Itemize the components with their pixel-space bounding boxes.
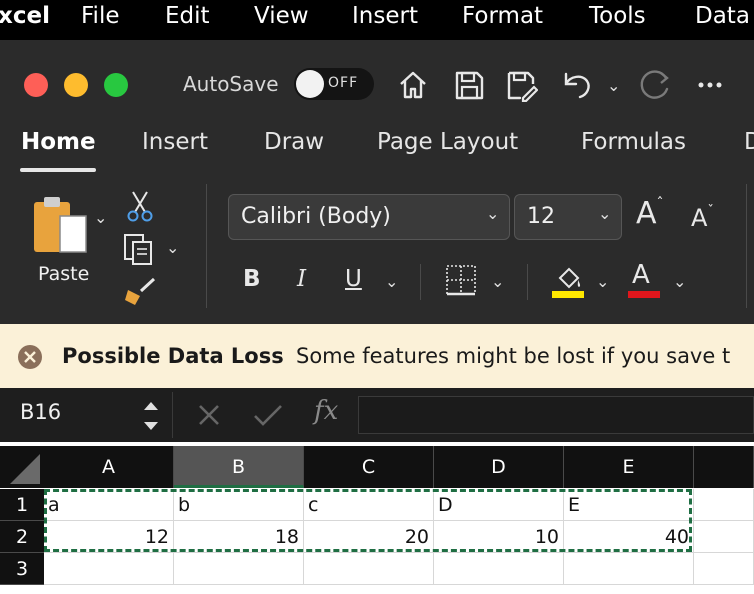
column-header-a[interactable]: A: [44, 446, 174, 488]
warning-title: Possible Data Loss: [62, 344, 284, 368]
cell-d3[interactable]: [434, 553, 564, 585]
column-header-e[interactable]: E: [564, 446, 694, 488]
column-header-b-selected[interactable]: B: [174, 446, 304, 488]
font-color-swatch: [628, 291, 660, 298]
font-name-value: Calibri (Body): [241, 204, 391, 229]
column-header-d[interactable]: D: [434, 446, 564, 488]
warning-message: Some features might be lost if you save …: [296, 344, 731, 368]
paste-label: Paste: [38, 263, 90, 285]
column-header-c[interactable]: C: [304, 446, 434, 488]
font-size-chevron-icon: ⌄: [598, 204, 612, 223]
cell-c2[interactable]: 20: [304, 521, 434, 553]
cell-b1[interactable]: b: [174, 489, 304, 521]
macos-menu-bar: xcel File Edit View Insert Format Tools …: [0, 0, 754, 40]
cell-f3[interactable]: [694, 553, 754, 585]
autosave-toggle-knob: [296, 70, 324, 98]
fill-color-swatch: [552, 291, 584, 298]
italic-button[interactable]: I: [297, 266, 306, 292]
ribbon-separator: [746, 184, 747, 308]
insert-function-button[interactable]: fx: [314, 396, 338, 426]
cell-b3[interactable]: [174, 553, 304, 585]
font-size-value: 12: [527, 204, 555, 229]
cell-d2[interactable]: 10: [434, 521, 564, 553]
menu-file[interactable]: File: [81, 3, 120, 29]
borders-icon[interactable]: [445, 264, 477, 296]
copy-dropdown-chevron-icon[interactable]: ⌄: [166, 238, 179, 257]
close-window-button[interactable]: [24, 73, 48, 97]
save-icon[interactable]: [452, 68, 486, 102]
row-header-1[interactable]: 1: [0, 489, 44, 521]
menu-tools[interactable]: Tools: [589, 3, 646, 29]
tab-insert[interactable]: Insert: [142, 129, 208, 155]
cell-f2[interactable]: [694, 521, 754, 553]
app-menu[interactable]: xcel: [0, 3, 50, 29]
menu-insert[interactable]: Insert: [352, 3, 418, 29]
cell-c3[interactable]: [304, 553, 434, 585]
row-header-2[interactable]: 2: [0, 521, 44, 553]
select-all-triangle-icon: [10, 454, 40, 484]
zoom-window-button[interactable]: [104, 73, 128, 97]
cell-e3[interactable]: [564, 553, 694, 585]
font-name-dropdown[interactable]: Calibri (Body): [228, 194, 510, 240]
decrease-font-size-icon[interactable]: Aˇ: [691, 204, 714, 232]
ribbon-separator: [527, 264, 528, 300]
formula-input[interactable]: [358, 396, 754, 434]
tab-draw[interactable]: Draw: [264, 129, 324, 155]
redo-icon[interactable]: [638, 68, 672, 102]
increase-font-size-icon[interactable]: Aˆ: [636, 196, 664, 231]
select-all-corner[interactable]: [0, 446, 44, 488]
autosave-label: AutoSave: [183, 72, 279, 96]
tab-page-layout[interactable]: Page Layout: [377, 129, 518, 155]
fill-color-icon[interactable]: [552, 262, 586, 300]
underline-button[interactable]: U: [345, 266, 362, 292]
borders-dropdown-chevron-icon[interactable]: ⌄: [491, 272, 504, 291]
tab-formulas[interactable]: Formulas: [581, 129, 686, 155]
formula-separator: [172, 392, 173, 438]
name-box[interactable]: B16: [20, 400, 61, 424]
column-header-f[interactable]: [694, 446, 754, 488]
undo-dropdown-chevron-icon[interactable]: ⌄: [607, 76, 620, 95]
bold-button[interactable]: B: [243, 266, 261, 292]
name-box-stepper-icon[interactable]: [140, 394, 162, 438]
active-tab-indicator: [20, 168, 96, 172]
undo-icon[interactable]: [560, 68, 594, 102]
tab-home[interactable]: Home: [21, 129, 96, 155]
menu-format[interactable]: Format: [462, 3, 543, 29]
font-color-chevron-icon[interactable]: ⌄: [673, 272, 686, 291]
copy-icon[interactable]: [122, 232, 156, 268]
cancel-entry-icon[interactable]: [196, 402, 222, 428]
cell-a1[interactable]: a: [44, 489, 174, 521]
menu-edit[interactable]: Edit: [165, 3, 210, 29]
underline-dropdown-chevron-icon[interactable]: ⌄: [385, 272, 398, 291]
cell-d1[interactable]: D: [434, 489, 564, 521]
fill-color-chevron-icon[interactable]: ⌄: [596, 272, 609, 291]
confirm-entry-icon[interactable]: [252, 402, 284, 428]
save-as-icon[interactable]: [504, 68, 538, 102]
cell-e2[interactable]: 40: [564, 521, 694, 553]
minimize-window-button[interactable]: [64, 73, 88, 97]
row-header-3[interactable]: 3: [0, 553, 44, 585]
cell-e1[interactable]: E: [564, 489, 694, 521]
menu-view[interactable]: View: [254, 3, 309, 29]
cell-a2[interactable]: 12: [44, 521, 174, 553]
cell-f1[interactable]: [694, 489, 754, 521]
dismiss-warning-icon[interactable]: [17, 344, 43, 370]
cell-a3[interactable]: [44, 553, 174, 585]
tab-data-partial[interactable]: D: [744, 129, 754, 155]
format-painter-icon[interactable]: [122, 276, 158, 308]
home-icon[interactable]: [396, 68, 430, 102]
cell-b2[interactable]: 18: [174, 521, 304, 553]
paste-icon[interactable]: [30, 192, 92, 262]
paste-dropdown-chevron-icon[interactable]: ⌄: [94, 208, 107, 227]
autosave-state: OFF: [328, 75, 359, 91]
ribbon-separator: [420, 264, 421, 300]
ribbon-separator: [206, 184, 207, 308]
more-options-icon[interactable]: [694, 68, 728, 102]
font-name-chevron-icon: ⌄: [486, 204, 500, 223]
menu-data[interactable]: Data: [695, 3, 750, 29]
cut-scissors-icon[interactable]: [124, 188, 156, 224]
font-color-icon[interactable]: A: [632, 260, 650, 290]
cell-c1[interactable]: c: [304, 489, 434, 521]
